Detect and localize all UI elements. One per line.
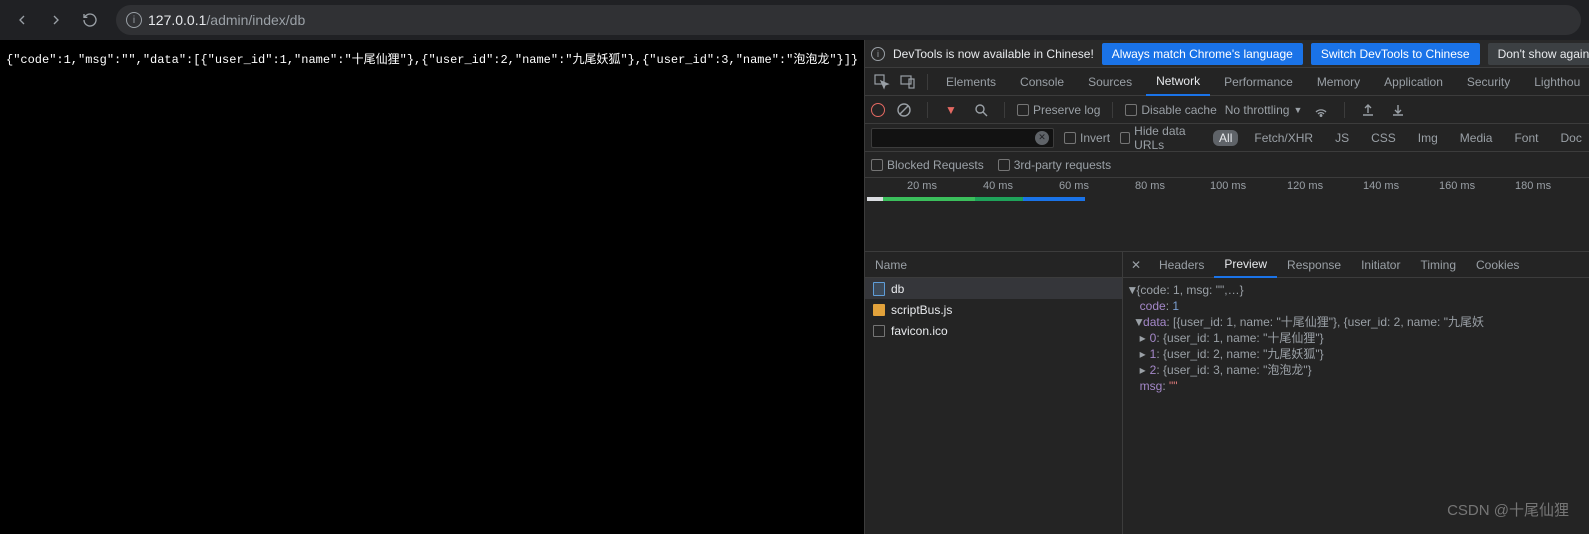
preserve-log-checkbox[interactable]: Preserve log [1017,103,1100,117]
disable-cache-checkbox[interactable]: Disable cache [1125,103,1216,117]
watermark: CSDN @十尾仙狸 [1447,499,1569,520]
url-path: /admin/index/db [206,12,305,28]
script-icon [873,304,885,316]
request-detail: ✕ Headers Preview Response Initiator Tim… [1123,252,1589,534]
filter-input[interactable]: ✕ [871,128,1054,148]
info-icon: i [871,47,885,61]
close-detail-button[interactable]: ✕ [1123,258,1149,272]
timeline-tick: 180 ms [1515,180,1551,192]
search-icon[interactable] [970,103,992,117]
filter-icon[interactable]: ▼ [940,103,962,117]
dismiss-infobar-button[interactable]: Don't show again [1488,43,1589,65]
image-icon [873,325,885,337]
tab-performance[interactable]: Performance [1214,68,1303,96]
detail-tab-cookies[interactable]: Cookies [1466,252,1529,278]
filter-type-css[interactable]: CSS [1365,130,1402,146]
timeline-tick: 140 ms [1363,180,1399,192]
tab-application[interactable]: Application [1374,68,1453,96]
export-icon[interactable] [1387,103,1409,117]
devtools-panel: i DevTools is now available in Chinese! … [864,40,1589,534]
match-language-button[interactable]: Always match Chrome's language [1102,43,1303,65]
page-content: {"code":1,"msg":"","data":[{"user_id":1,… [0,40,864,534]
switch-language-button[interactable]: Switch DevTools to Chinese [1311,43,1480,65]
request-list: Name db scriptBus.js favicon.ico [865,252,1123,534]
filter-type-media[interactable]: Media [1454,130,1499,146]
invert-checkbox[interactable]: Invert [1064,131,1110,145]
separator [927,102,928,118]
filter-type-js[interactable]: JS [1329,130,1355,146]
separator [1344,102,1345,118]
record-button[interactable] [871,103,885,117]
detail-tab-preview[interactable]: Preview [1214,252,1277,278]
tab-network[interactable]: Network [1146,68,1210,96]
browser-toolbar: i 127.0.0.1/admin/index/db [0,0,1589,40]
detail-tab-initiator[interactable]: Initiator [1351,252,1410,278]
back-button[interactable] [8,6,36,34]
document-icon [873,282,885,296]
network-conditions-icon[interactable] [1310,103,1332,117]
timeline-tick: 160 ms [1439,180,1475,192]
filter-type-img[interactable]: Img [1412,130,1444,146]
detail-tab-timing[interactable]: Timing [1410,252,1466,278]
timeline-tick: 60 ms [1059,180,1089,192]
network-toolbar: ▼ Preserve log Disable cache No throttli… [865,96,1589,124]
preview-tree[interactable]: ▼{code: 1, msg: "",…} code: 1 ▼data: [{u… [1123,278,1589,534]
third-party-checkbox[interactable]: 3rd-party requests [998,158,1111,172]
import-icon[interactable] [1357,103,1379,117]
throttle-select[interactable]: No throttling▼ [1225,103,1303,117]
separator [1004,102,1005,118]
detail-tabs: ✕ Headers Preview Response Initiator Tim… [1123,252,1589,278]
devtools-infobar: i DevTools is now available in Chinese! … [865,40,1589,68]
timeline-tick: 80 ms [1135,180,1165,192]
detail-tab-headers[interactable]: Headers [1149,252,1214,278]
request-row[interactable]: db [865,278,1122,299]
tab-sources[interactable]: Sources [1078,68,1142,96]
device-toggle-icon[interactable] [897,71,919,93]
timeline-tick: 20 ms [907,180,937,192]
request-row[interactable]: favicon.ico [865,320,1122,341]
request-list-header[interactable]: Name [865,252,1122,278]
hide-data-urls-checkbox[interactable]: Hide data URLs [1120,124,1203,152]
devtools-tabs: Elements Console Sources Network Perform… [865,68,1589,96]
request-row[interactable]: scriptBus.js [865,299,1122,320]
filter-type-doc[interactable]: Doc [1554,130,1587,146]
detail-tab-response[interactable]: Response [1277,252,1351,278]
site-info-icon[interactable]: i [126,12,142,28]
blocked-requests-checkbox[interactable]: Blocked Requests [871,158,984,172]
separator [1112,102,1113,118]
inspect-element-icon[interactable] [871,71,893,93]
reload-button[interactable] [76,6,104,34]
infobar-message: DevTools is now available in Chinese! [893,47,1094,61]
filter-type-font[interactable]: Font [1508,130,1544,146]
timeline-tick: 40 ms [983,180,1013,192]
tab-console[interactable]: Console [1010,68,1074,96]
timeline-overview[interactable]: 20 ms 40 ms 60 ms 80 ms 100 ms 120 ms 14… [865,178,1589,252]
clear-button[interactable] [893,103,915,117]
tab-security[interactable]: Security [1457,68,1520,96]
timeline-tick: 120 ms [1287,180,1323,192]
filter-type-xhr[interactable]: Fetch/XHR [1248,130,1319,146]
tab-memory[interactable]: Memory [1307,68,1370,96]
tab-elements[interactable]: Elements [936,68,1006,96]
timeline-tick: 100 ms [1210,180,1246,192]
url-host: 127.0.0.1 [148,12,206,28]
forward-button[interactable] [42,6,70,34]
clear-filter-icon[interactable]: ✕ [1035,131,1049,145]
address-bar[interactable]: i 127.0.0.1/admin/index/db [116,5,1581,35]
filter-bar: ✕ Invert Hide data URLs All Fetch/XHR JS… [865,124,1589,152]
tab-lighthouse[interactable]: Lighthou [1524,68,1589,96]
filter-bar-2: Blocked Requests 3rd-party requests [865,152,1589,178]
filter-type-all[interactable]: All [1213,130,1238,146]
separator [927,74,928,90]
